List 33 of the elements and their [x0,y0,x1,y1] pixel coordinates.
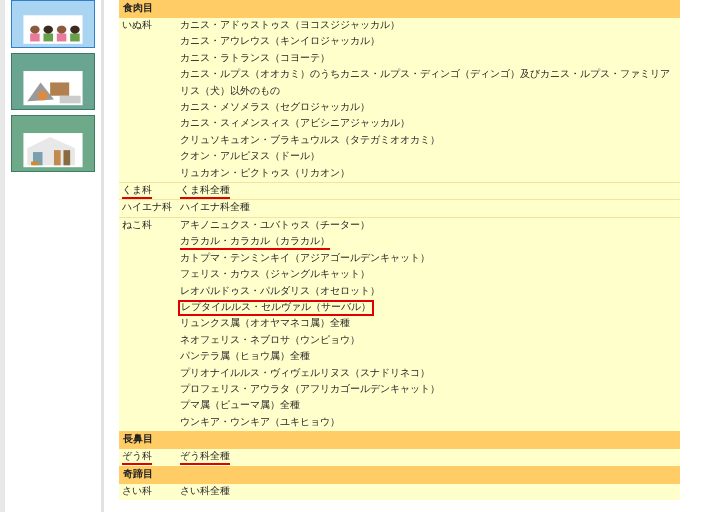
species-name: ネオフェリス・ネブロサ（ウンピョウ） [180,334,360,348]
species-name: ハイエナ科全種 [180,200,250,216]
species-name: レプタイルルス・セルヴァル（サーバル） [178,300,374,316]
species-name: カニス・スィメンスィス（アビシニアジャッカル） [180,117,410,132]
species-name: カトプマ・テンミンキイ（アジアゴールデンキャット） [180,252,430,266]
species-name: パンテラ属（ヒョウ属）全種 [180,350,310,364]
family-name: ねこ科 [122,218,152,233]
order-header: 奇蹄目 [119,466,680,484]
species-name: カラカル・カラカル（カラカル） [180,234,330,250]
order-header: 長鼻目 [119,431,680,450]
species-name: リュンクス属（オオヤマネコ属）全種 [180,317,350,332]
species-name: カニス・アウレウス（キンイロジャッカル） [180,35,380,50]
species-name: カニス・ラトランス（コヨーテ） [180,52,330,66]
species-name: プマ属（ピューマ属）全種 [180,398,300,414]
species-name: プリオナイルルス・ヴィヴェルリヌス（スナドリネコ） [180,366,430,381]
species-name: レオパルドゥス・パルダリス（オセロット） [180,284,380,298]
species-name: くま科全種 [180,183,230,200]
family-name: いぬ科 [122,18,152,33]
species-name: リュカオン・ピクトゥス（リカオン） [180,166,350,181]
species-name: クオン・アルピヌス（ドール） [180,150,320,164]
species-name: フェリス・カウス（ジャングルキャット） [180,268,370,282]
species-name: カニス・ルプス（オオカミ）のうちカニス・ルプス・ディンゴ（ディンゴ）及びカニス・ルプス・ファミリアリス（犬）以外のもの [180,68,671,99]
species-name: カニス・アドゥストゥス（ヨコスジジャッカル） [180,19,400,33]
species-name: カニス・メソメラス（セグロジャッカル） [180,101,370,116]
order-header: 食肉目 [119,0,680,18]
species-name: ウンキア・ウンキア（ユキヒョウ） [180,416,340,430]
species-name: さい科全種 [180,484,230,499]
family-name: ハイエナ科 [122,200,172,216]
species-name: プロフェリス・アウラタ（アフリカゴールデンキャット） [180,382,440,397]
species-name: クリュソキュオン・ブラキュウルス（タテガミオオカミ） [180,134,440,148]
family-name: さい科 [122,484,152,499]
species-name: アキノニュクス・ユバトゥス（チーター） [180,218,370,233]
family-name: くま科 [122,183,152,200]
